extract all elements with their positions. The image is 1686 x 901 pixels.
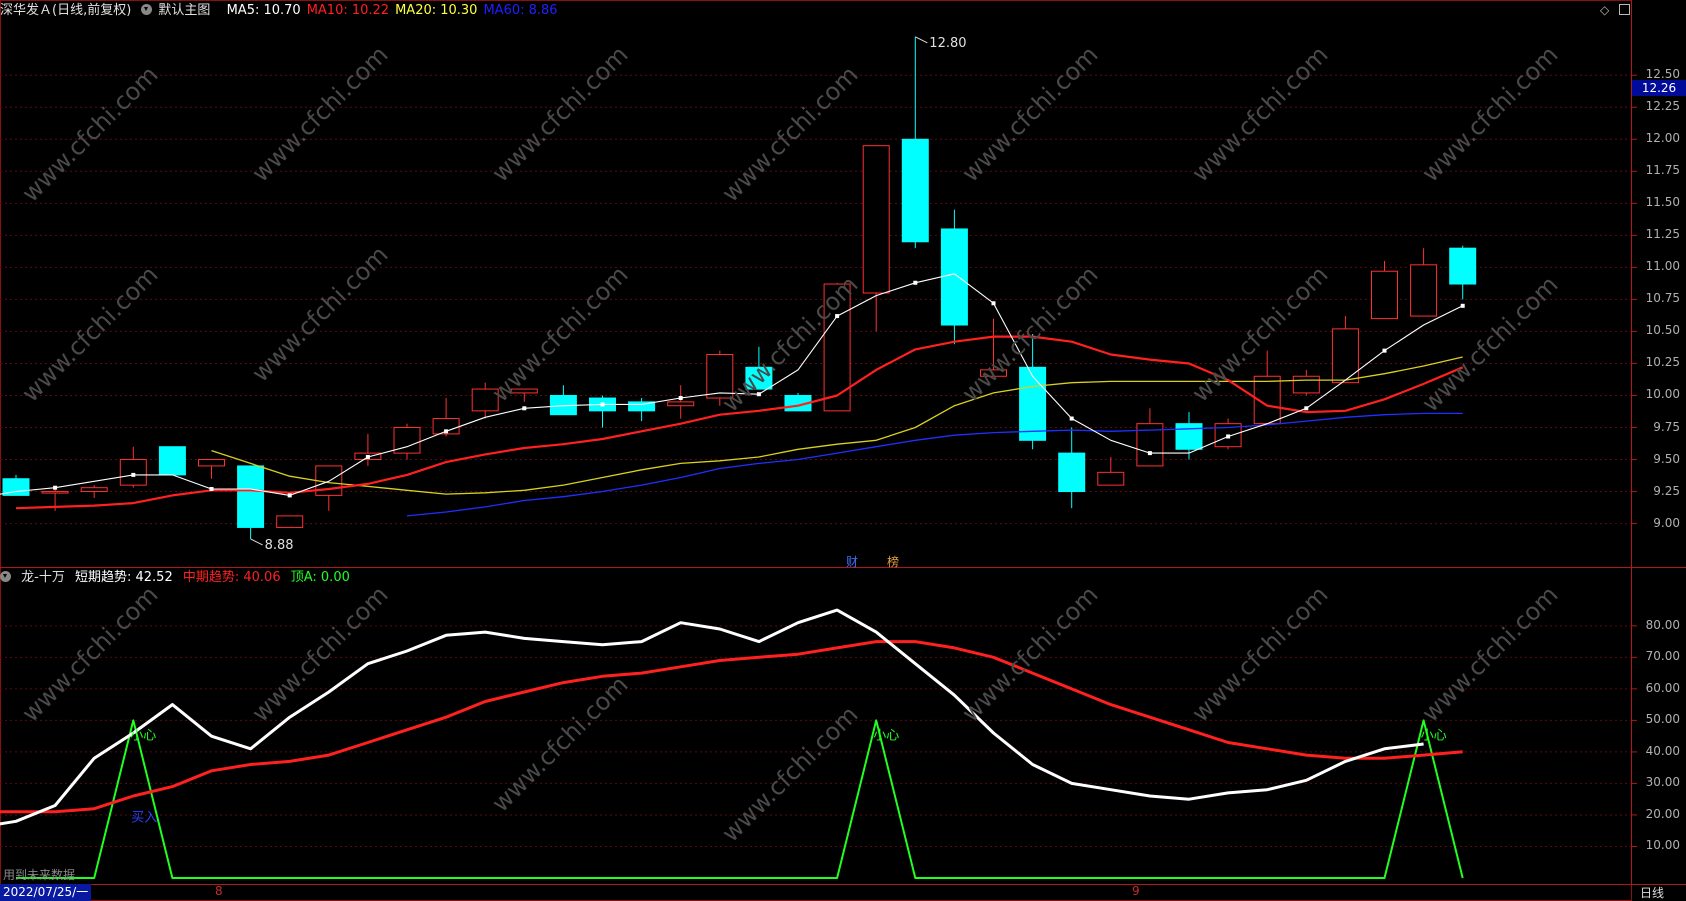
candle-up bbox=[1097, 471, 1125, 486]
candle-down bbox=[1449, 247, 1477, 285]
indicator-tick-label: 50.00 bbox=[1645, 712, 1680, 727]
ma5-marker bbox=[1226, 434, 1231, 439]
ma5-marker bbox=[365, 454, 370, 459]
caution-label: 小心 bbox=[130, 728, 156, 743]
candle-up bbox=[119, 459, 147, 486]
candle-up bbox=[862, 145, 890, 294]
price-tick-label: 9.75 bbox=[1653, 419, 1680, 434]
price-tick-label: 10.50 bbox=[1645, 323, 1680, 338]
candle-up bbox=[1410, 264, 1438, 317]
price-tick-label: 12.00 bbox=[1645, 131, 1680, 146]
date-box: 2022/07/25/一 bbox=[0, 884, 92, 901]
low-annotation: 8.88 bbox=[265, 538, 294, 553]
ma5-marker bbox=[1460, 303, 1465, 308]
candle-up bbox=[80, 487, 108, 493]
candle-down bbox=[940, 228, 968, 326]
current-price-tag: 12.26 bbox=[1632, 80, 1686, 96]
future-data-warning: 用到未来数据 bbox=[3, 868, 76, 882]
high-annotation: 12.80 bbox=[929, 36, 966, 51]
short-trend-label: 短期趋势: 42.52 bbox=[74, 570, 173, 585]
ma5-marker bbox=[53, 485, 58, 490]
price-tick-label: 9.25 bbox=[1653, 483, 1680, 498]
ma5-marker bbox=[1147, 451, 1152, 456]
window-icon[interactable] bbox=[1619, 4, 1631, 15]
candle-down bbox=[237, 465, 265, 528]
ma-label-0: MA5: 10.70 bbox=[226, 3, 301, 18]
month-8-label: 8 bbox=[215, 884, 223, 898]
diamond-icon[interactable]: ◇ bbox=[1600, 3, 1609, 17]
indicator-tick-label: 70.00 bbox=[1645, 649, 1680, 664]
indicator-dropdown-icon[interactable] bbox=[0, 571, 11, 582]
dropdown-circle-icon[interactable] bbox=[141, 4, 153, 15]
price-tick-label: 11.00 bbox=[1645, 259, 1680, 274]
ma5-marker bbox=[1382, 348, 1387, 353]
candle-up bbox=[1292, 375, 1320, 394]
candle-up bbox=[198, 459, 225, 467]
buy-label: 买入 bbox=[131, 810, 157, 825]
indicator-tick-label: 10.00 bbox=[1645, 838, 1680, 853]
ma5-marker bbox=[913, 280, 918, 285]
price-tick-label: 10.75 bbox=[1645, 291, 1680, 306]
ma5-marker bbox=[1069, 416, 1074, 421]
candle-up bbox=[41, 491, 69, 494]
ma5-marker bbox=[600, 402, 605, 407]
price-tick-label: 11.75 bbox=[1645, 163, 1680, 178]
ma60-line bbox=[406, 412, 1463, 517]
corner-icons: ◇ bbox=[1600, 3, 1631, 17]
candle-down bbox=[901, 138, 929, 243]
period-label[interactable]: 日线 bbox=[1640, 884, 1664, 901]
price-tick-label: 10.25 bbox=[1645, 355, 1680, 370]
high-pointer bbox=[915, 36, 928, 44]
candle-up bbox=[1331, 328, 1359, 384]
month-9-label: 9 bbox=[1132, 884, 1140, 898]
candle-down bbox=[158, 446, 186, 476]
caution-label: 小心 bbox=[873, 728, 899, 743]
candle-up bbox=[667, 401, 695, 407]
ma5-marker bbox=[287, 493, 292, 498]
ma-label-3: MA60: 8.86 bbox=[483, 3, 558, 18]
indicator-name[interactable]: 龙-十万 bbox=[21, 570, 65, 585]
ma5-marker bbox=[209, 486, 214, 491]
chart-header: 深华发Ａ(日线,前复权) 默认主图 MA5: 10.70 MA10: 10.22 M… bbox=[0, 0, 1630, 22]
price-tick-label: 11.25 bbox=[1645, 227, 1680, 242]
price-tick-label: 9.50 bbox=[1653, 451, 1680, 466]
price-tick-label: 11.50 bbox=[1645, 195, 1680, 210]
ma5-marker bbox=[1304, 406, 1309, 411]
ma5-marker bbox=[444, 429, 449, 434]
indicator-tick-label: 80.00 bbox=[1645, 617, 1680, 632]
candle-down bbox=[1058, 452, 1086, 493]
ma5-marker bbox=[678, 396, 683, 401]
ma-label-1: MA10: 10.22 bbox=[306, 3, 390, 18]
mid-trend-label: 中期趋势: 40.06 bbox=[182, 570, 281, 585]
caution-label: 小心 bbox=[1421, 728, 1447, 743]
indicator-tick-label: 30.00 bbox=[1645, 775, 1680, 790]
indicator-header: 龙-十万 短期趋势: 42.52 中期趋势: 40.06 顶A: 0.00 bbox=[0, 568, 356, 588]
ma-labels: MA5: 10.70 MA10: 10.22 MA20: 10.30 MA60: 8.… bbox=[227, 3, 564, 18]
ranking-badge[interactable]: 榜 bbox=[887, 553, 899, 570]
kline-chart[interactable]: 12.80 8.88 小心 小心 小心买入 bbox=[0, 0, 1686, 901]
candle-down bbox=[1019, 366, 1047, 441]
ma5-marker bbox=[131, 472, 136, 477]
template-label: 默认主图 bbox=[158, 3, 211, 18]
indicator-tick-label: 60.00 bbox=[1645, 680, 1680, 695]
top-a-label: 顶A: 0.00 bbox=[290, 570, 350, 585]
indicator-tick-label: 40.00 bbox=[1645, 743, 1680, 758]
price-tick-label: 12.25 bbox=[1645, 99, 1680, 114]
finance-badge[interactable]: 财 bbox=[846, 553, 858, 570]
candle-up bbox=[1371, 270, 1398, 320]
price-tick-label: 9.00 bbox=[1653, 515, 1680, 530]
stock-name[interactable]: 深华发Ａ(日线,前复权) bbox=[0, 3, 131, 18]
ma5-marker bbox=[991, 301, 996, 306]
candle-down bbox=[1175, 423, 1203, 450]
candle-up bbox=[276, 515, 304, 528]
low-pointer bbox=[250, 538, 263, 546]
ma5-marker bbox=[522, 406, 527, 411]
indicator-tick-label: 20.00 bbox=[1645, 806, 1680, 821]
template-dropdown[interactable]: 默认主图 bbox=[141, 3, 216, 18]
ma-label-2: MA20: 10.30 bbox=[395, 3, 478, 18]
price-tick-label: 10.00 bbox=[1645, 387, 1680, 402]
